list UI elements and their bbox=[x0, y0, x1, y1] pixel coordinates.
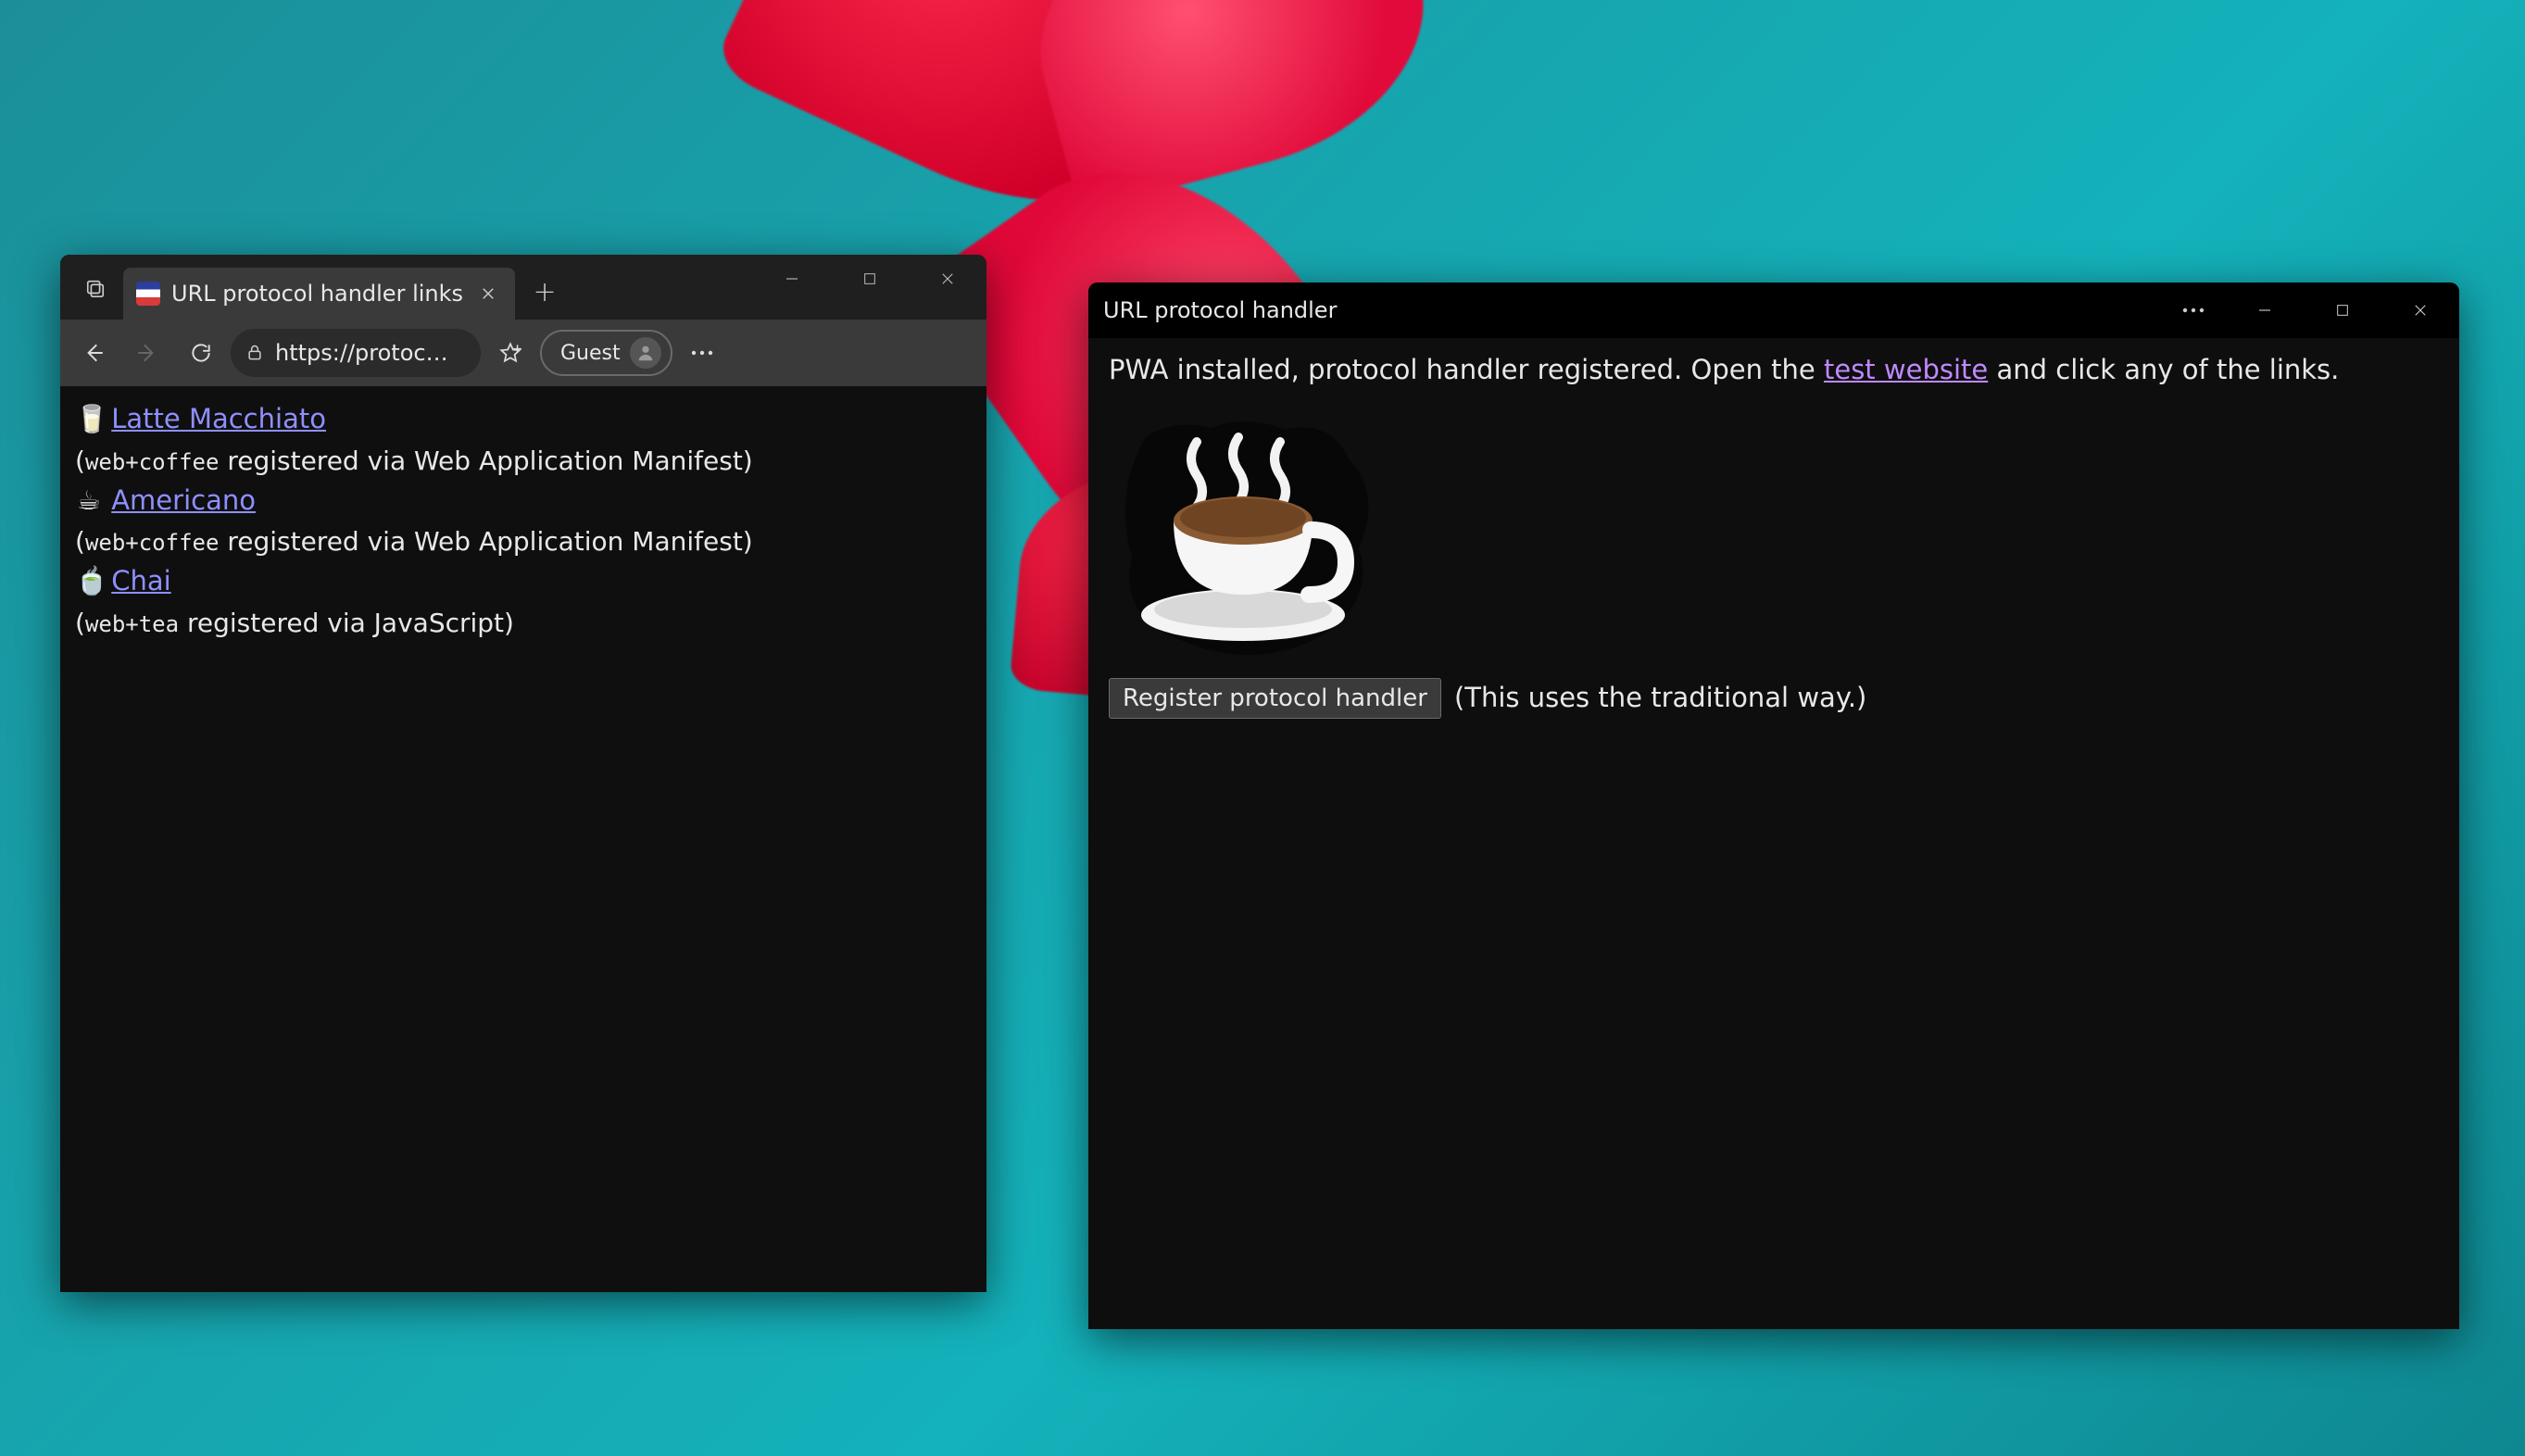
tab-title: URL protocol handler links bbox=[171, 281, 463, 307]
intro-before: PWA installed, protocol handler register… bbox=[1109, 354, 1824, 385]
pwa-content: PWA installed, protocol handler register… bbox=[1088, 338, 2459, 1329]
window-controls bbox=[753, 255, 986, 303]
register-protocol-button[interactable]: Register protocol handler bbox=[1109, 678, 1441, 719]
address-bar[interactable]: https://protoc… bbox=[231, 329, 481, 377]
tab-actions-button[interactable] bbox=[73, 266, 118, 310]
protocol-text: web+coffee bbox=[85, 530, 220, 556]
list-item: 🥛 Latte Macchiato bbox=[75, 399, 972, 440]
new-tab-button[interactable]: + bbox=[522, 270, 567, 314]
close-window-button[interactable] bbox=[909, 255, 986, 303]
browser-toolbar: https://protoc… Guest bbox=[60, 320, 986, 386]
tab-favicon bbox=[136, 282, 160, 306]
link-chai[interactable]: Chai bbox=[111, 565, 170, 596]
browser-window: URL protocol handler links + https://pro… bbox=[60, 255, 986, 1292]
close-window-button[interactable] bbox=[2381, 282, 2459, 338]
list-item-sub: (web+coffee registered via Web Applicati… bbox=[75, 522, 972, 561]
protocol-text: web+tea bbox=[85, 611, 179, 637]
back-button[interactable] bbox=[69, 329, 118, 377]
coffee-cup-icon bbox=[1109, 409, 1387, 659]
address-text: https://protoc… bbox=[275, 340, 448, 366]
protocol-text: web+coffee bbox=[85, 449, 220, 475]
intro-text: PWA installed, protocol handler register… bbox=[1109, 351, 2439, 389]
profile-label: Guest bbox=[560, 342, 621, 365]
via-text: registered via Web Application Manifest) bbox=[219, 526, 752, 557]
refresh-button[interactable] bbox=[177, 329, 225, 377]
register-row: Register protocol handler (This uses the… bbox=[1109, 678, 2439, 719]
list-item: ☕ Americano bbox=[75, 481, 972, 521]
maximize-button[interactable] bbox=[831, 255, 909, 303]
minimize-button[interactable] bbox=[2226, 282, 2304, 338]
app-menu-button[interactable] bbox=[2161, 282, 2226, 338]
drink-icon: ☕ bbox=[75, 481, 103, 521]
pwa-window: URL protocol handler PWA installed, prot… bbox=[1088, 282, 2459, 1329]
link-americano[interactable]: Americano bbox=[111, 484, 256, 516]
via-text: registered via Web Application Manifest) bbox=[219, 446, 752, 476]
browser-tab[interactable]: URL protocol handler links bbox=[123, 268, 515, 320]
test-website-link[interactable]: test website bbox=[1824, 354, 1988, 385]
tab-strip: URL protocol handler links + bbox=[60, 255, 986, 320]
more-menu-button[interactable] bbox=[678, 329, 726, 377]
list-item: 🍵 Chai bbox=[75, 561, 972, 602]
page-content: 🥛 Latte Macchiato (web+coffee registered… bbox=[60, 386, 986, 1292]
drink-icon: 🥛 bbox=[75, 399, 103, 440]
drink-icon: 🍵 bbox=[75, 561, 103, 602]
forward-button[interactable] bbox=[123, 329, 171, 377]
favorites-button[interactable] bbox=[486, 329, 534, 377]
minimize-button[interactable] bbox=[753, 255, 831, 303]
intro-after: and click any of the links. bbox=[1988, 354, 2339, 385]
avatar-icon bbox=[630, 337, 661, 369]
tab-close-button[interactable] bbox=[474, 280, 502, 308]
site-info-icon[interactable] bbox=[245, 344, 264, 362]
via-text: registered via JavaScript) bbox=[179, 608, 514, 638]
list-item-sub: (web+tea registered via JavaScript) bbox=[75, 604, 972, 643]
link-latte-macchiato[interactable]: Latte Macchiato bbox=[111, 403, 326, 434]
list-item-sub: (web+coffee registered via Web Applicati… bbox=[75, 442, 972, 481]
pwa-titlebar: URL protocol handler bbox=[1088, 282, 2459, 338]
register-note: (This uses the traditional way.) bbox=[1454, 679, 1866, 717]
profile-button[interactable]: Guest bbox=[540, 330, 672, 376]
maximize-button[interactable] bbox=[2304, 282, 2381, 338]
pwa-title: URL protocol handler bbox=[1103, 297, 1337, 323]
